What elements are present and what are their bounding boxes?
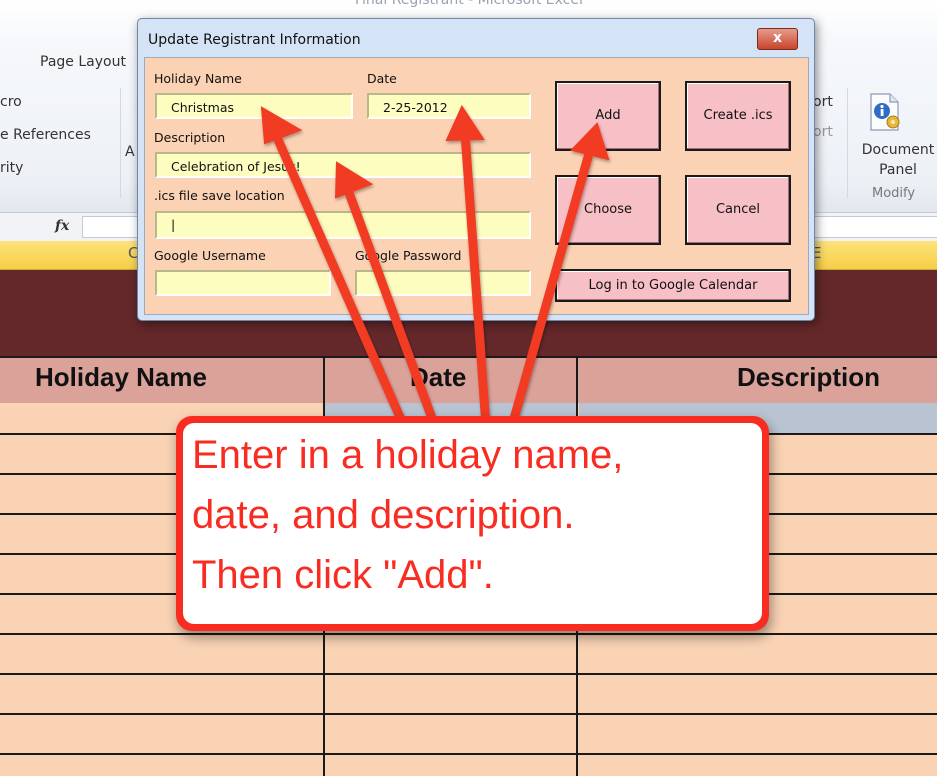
instruction-callout: Enter in a holiday name, date, and descr… [176, 416, 769, 631]
callout-line-1: Enter in a holiday name, [192, 433, 624, 477]
arrow-to-add-button [503, 145, 595, 445]
annotation-arrows [260, 104, 610, 445]
arrow-head [334, 161, 374, 199]
callout-line-2: date, and description. [192, 493, 575, 537]
arrow-head [570, 122, 610, 161]
arrow-head [445, 104, 485, 142]
arrow-to-date [460, 128, 492, 445]
callout-line-3: Then click "Add". [192, 553, 494, 597]
arrow-head [260, 106, 303, 145]
callout-inner: Enter in a holiday name, date, and descr… [183, 423, 762, 624]
